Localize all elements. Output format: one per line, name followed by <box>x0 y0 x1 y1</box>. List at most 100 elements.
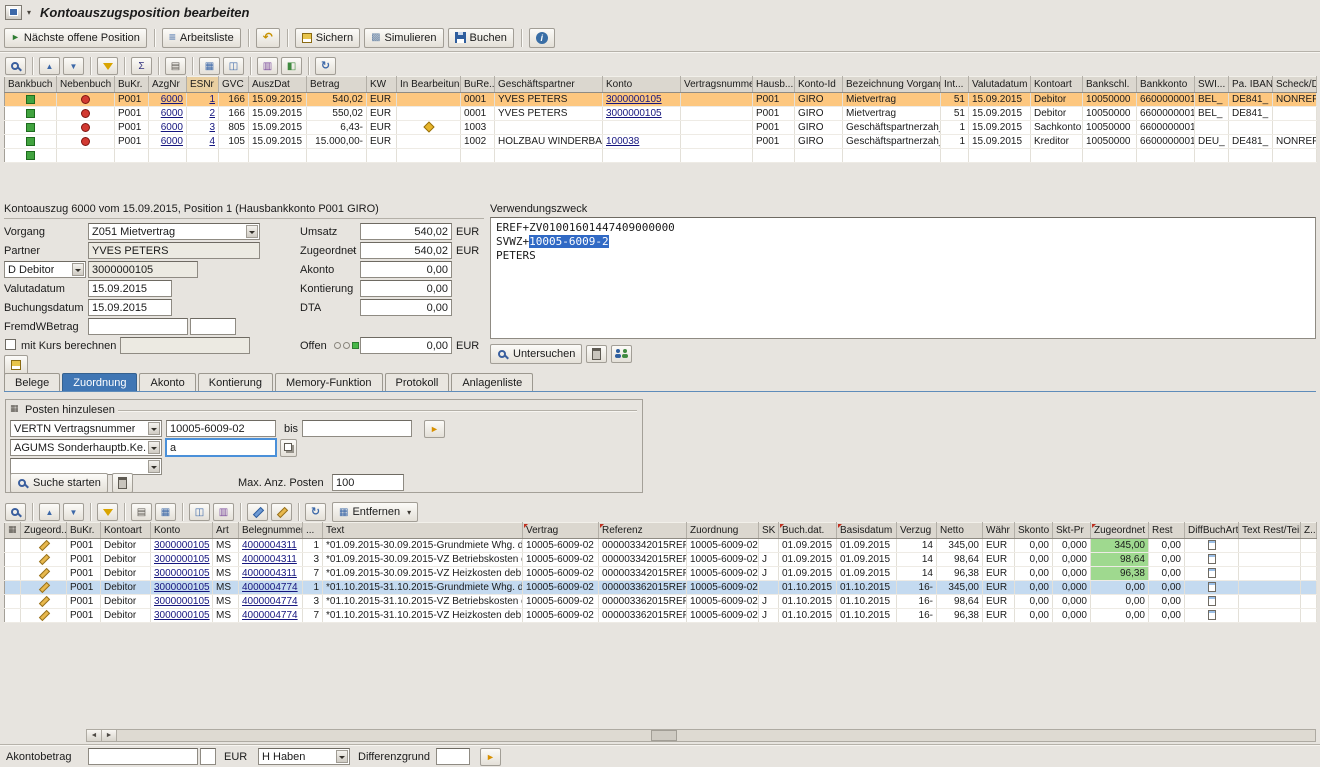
column-header[interactable]: Bankbuch <box>5 77 57 93</box>
column-header[interactable]: Währ <box>983 523 1015 539</box>
sum-button[interactable] <box>131 57 152 75</box>
akontobetrag-input[interactable] <box>88 748 198 765</box>
vorgang-select[interactable]: Z051 Mietvertrag <box>88 223 260 240</box>
grid-button[interactable] <box>199 57 220 75</box>
pencil-blue-button[interactable] <box>247 503 268 521</box>
cell-link[interactable]: 3000000105 <box>154 596 210 607</box>
sort-desc-button[interactable] <box>63 503 84 521</box>
print-button[interactable] <box>131 503 152 521</box>
tab-anlagenliste[interactable]: Anlagenliste <box>451 373 533 391</box>
column-header[interactable]: Konto <box>603 77 681 93</box>
multiple-selection-button[interactable] <box>280 439 297 457</box>
chevron-down-icon[interactable]: ▾ <box>27 8 31 17</box>
cell-link[interactable]: 6000 <box>161 94 183 105</box>
column-header[interactable]: Skonto <box>1015 523 1053 539</box>
column-header[interactable]: DiffBuchArt <box>1185 523 1239 539</box>
pencil-button[interactable] <box>271 503 292 521</box>
transfer-button[interactable] <box>480 748 501 766</box>
column-header[interactable]: Konto <box>151 523 213 539</box>
undo-button[interactable] <box>256 28 280 48</box>
column-header[interactable]: Hausb... <box>753 77 795 93</box>
grid-button[interactable] <box>155 503 176 521</box>
kurs-rate-field[interactable] <box>120 337 250 354</box>
column-header[interactable]: SK <box>759 523 779 539</box>
cell-link[interactable]: 4000004774 <box>242 582 298 593</box>
akonto-field[interactable] <box>360 261 452 278</box>
column-header[interactable]: SWI... <box>1195 77 1229 93</box>
table-row[interactable]: P0016000380515.09.20156,43-EUR1003P001GI… <box>5 121 1317 135</box>
column-header[interactable]: BuKr. <box>115 77 149 93</box>
app-icon[interactable] <box>5 5 22 20</box>
filter-button[interactable] <box>97 503 118 521</box>
column-header[interactable]: BuKr. <box>67 523 101 539</box>
differenzgrund-input[interactable] <box>436 748 470 765</box>
search-button[interactable] <box>5 503 26 521</box>
cell-link[interactable]: 3000000105 <box>154 554 210 565</box>
tab-memory-funktion[interactable]: Memory-Funktion <box>275 373 383 391</box>
cell-link[interactable]: 100038 <box>606 136 639 147</box>
column-header[interactable]: Text Rest/Teilzlg <box>1239 523 1301 539</box>
column-header[interactable]: Bankkonto <box>1137 77 1195 93</box>
column-header[interactable]: Vertragsnummer <box>681 77 753 93</box>
buchen-button[interactable]: Buchen <box>448 28 514 48</box>
column-header[interactable]: Konto-Id <box>795 77 843 93</box>
views-button[interactable] <box>223 57 244 75</box>
column-header[interactable]: Bezeichnung Vorgang <box>843 77 941 93</box>
zugeordnet-field[interactable] <box>360 242 452 259</box>
cell-link[interactable]: 6000 <box>161 108 183 119</box>
sort-asc-button[interactable] <box>39 503 60 521</box>
column-header[interactable]: Netto <box>937 523 983 539</box>
cell-link[interactable]: 4000004311 <box>242 554 297 565</box>
column-header[interactable]: Kontoart <box>101 523 151 539</box>
cell-link[interactable]: 3000000105 <box>606 108 662 119</box>
delete-button[interactable] <box>586 345 607 363</box>
column-header[interactable]: Art <box>213 523 239 539</box>
column-header[interactable]: Z... <box>1301 523 1317 539</box>
refresh-button[interactable] <box>315 57 336 75</box>
print-button[interactable] <box>165 57 186 75</box>
export-button[interactable] <box>257 57 278 75</box>
tab-akonto[interactable]: Akonto <box>139 373 195 391</box>
tab-kontierung[interactable]: Kontierung <box>198 373 273 391</box>
column-header[interactable]: Geschäftspartner <box>495 77 603 93</box>
account-number-field[interactable] <box>88 261 198 278</box>
akonto-aux-input[interactable] <box>200 748 216 765</box>
max-posten-input[interactable] <box>332 474 404 491</box>
entfernen-button[interactable]: Entfernen▾ <box>332 502 418 522</box>
column-header[interactable]: Rest <box>1149 523 1185 539</box>
info-button[interactable] <box>529 28 555 48</box>
verwendungszweck-textarea[interactable]: EREF+ZV01001601447409000000 SVWZ+10005-6… <box>490 217 1316 339</box>
arbeitsliste-button[interactable]: Arbeitsliste <box>162 28 241 48</box>
table-row[interactable]: P0016000410515.09.201515.000,00-EUR1002H… <box>5 135 1317 149</box>
account-type-select[interactable]: D Debitor <box>4 261 86 278</box>
suche-starten-button[interactable]: Suche starten <box>10 473 108 493</box>
simulieren-button[interactable]: Simulieren <box>364 28 443 48</box>
criterion1-select[interactable]: VERTN Vertragsnummer <box>10 420 162 437</box>
sort-asc-button[interactable] <box>39 57 60 75</box>
column-header[interactable]: Zugeordnet <box>1091 523 1149 539</box>
sort-desc-button[interactable] <box>63 57 84 75</box>
column-header[interactable]: Int... <box>941 77 969 93</box>
column-header[interactable]: Betrag <box>307 77 367 93</box>
dta-field[interactable] <box>360 299 452 316</box>
column-header[interactable]: ... <box>303 523 323 539</box>
chart-button[interactable] <box>281 57 302 75</box>
cell-link[interactable]: 4000004774 <box>242 596 298 607</box>
partner-button[interactable] <box>611 345 632 363</box>
valutadatum-field[interactable] <box>88 280 172 297</box>
criterion2-select[interactable]: AGUMS Sonderhauptb.Ke.. <box>10 439 162 456</box>
cell-link[interactable]: 3000000105 <box>154 568 210 579</box>
column-header[interactable]: AuszDat <box>249 77 307 93</box>
tab-protokoll[interactable]: Protokoll <box>385 373 450 391</box>
column-header[interactable]: Scheck/D <box>1273 77 1317 93</box>
cell-link[interactable]: 1 <box>209 94 215 105</box>
scrollbar-thumb[interactable] <box>651 730 677 741</box>
table-row[interactable]: P001Debitor3000000105MS40000047747*01.10… <box>5 609 1317 623</box>
filter-button[interactable] <box>97 57 118 75</box>
column-header[interactable]: Zuordnung <box>687 523 759 539</box>
table-row[interactable]: P001Debitor3000000105MS40000043117*01.09… <box>5 567 1317 581</box>
scrollbar-track[interactable] <box>117 730 1315 741</box>
column-header[interactable]: Referenz <box>599 523 687 539</box>
fremdwbetrag-currency-field[interactable] <box>190 318 236 335</box>
nächste-offene-position-button[interactable]: Nächste offene Position <box>4 28 147 48</box>
